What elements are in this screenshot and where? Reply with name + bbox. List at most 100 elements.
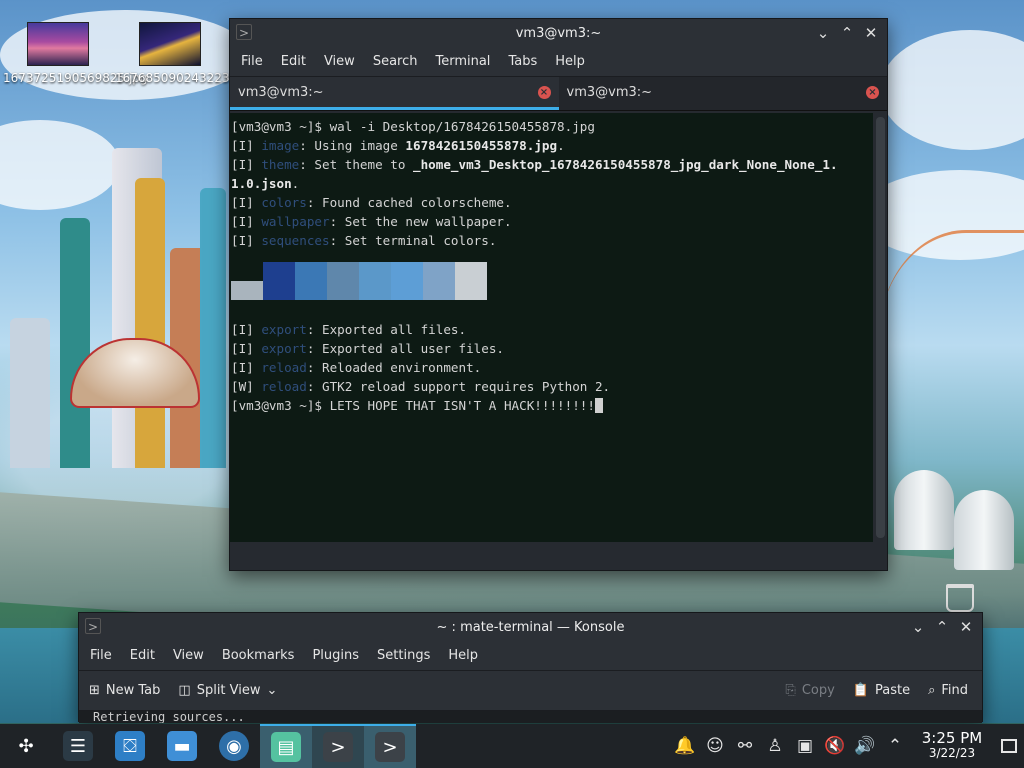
konsole-window[interactable]: > ~ : mate-terminal — Konsole ⌄ ⌃ ✕ File…	[78, 612, 983, 723]
terminal-line: [I] reload: Reloaded environment.	[231, 358, 872, 377]
titlebar[interactable]: > ~ : mate-terminal — Konsole ⌄ ⌃ ✕	[79, 613, 982, 641]
log-key: wallpaper	[261, 214, 330, 229]
menu-search[interactable]: Search	[364, 54, 427, 69]
minimize-icon[interactable]: ⌄	[811, 19, 835, 47]
settings-sliders-icon: ☰	[63, 731, 93, 761]
copy-icon: ⎘	[785, 683, 796, 698]
kde-launcher-icon: ✣	[18, 735, 34, 757]
palette-swatch	[391, 262, 423, 300]
titlebar[interactable]: > vm3@vm3:~ ⌄ ⌃ ✕	[230, 19, 887, 47]
terminal-line: [I] image: Using image 1678426150455878.…	[231, 136, 872, 155]
maximize-icon[interactable]: ⌃	[835, 19, 859, 47]
minimize-icon[interactable]: ⌄	[906, 613, 930, 641]
chevron-up-icon[interactable]: ⌃	[880, 736, 910, 756]
microphone-muted-icon[interactable]: 🔇	[820, 736, 850, 756]
taskbar-konsole[interactable]: >	[312, 724, 364, 768]
desktop-file-icon[interactable]: 1676850902432231.jpg	[115, 22, 260, 86]
menu-edit[interactable]: Edit	[272, 54, 315, 69]
notifications-icon[interactable]: 🔔	[670, 736, 700, 756]
taskbar-system-settings[interactable]: ☰	[52, 724, 104, 768]
terminal-icon: >	[323, 732, 353, 762]
log-message: : GTK2 reload support requires Python 2.	[306, 379, 611, 394]
terminal-tab-2[interactable]: vm3@vm3:~ ×	[559, 77, 888, 110]
window-bottom-edge	[230, 542, 887, 570]
log-message: : Found cached colorscheme.	[306, 195, 512, 210]
split-view-button[interactable]: ◫ Split View ⌄	[178, 683, 277, 698]
copy-button[interactable]: ⎘ Copy	[785, 683, 834, 698]
menu-view[interactable]: View	[164, 648, 213, 663]
log-level: [I]	[231, 360, 262, 375]
accounts-icon[interactable]: ♙	[760, 736, 790, 756]
show-desktop-button[interactable]	[994, 724, 1024, 768]
log-key: image	[261, 138, 300, 153]
menu-help[interactable]: Help	[546, 54, 594, 69]
window-title: ~ : mate-terminal — Konsole	[436, 619, 625, 635]
clock[interactable]: 3:25 PM 3/22/23	[910, 731, 994, 761]
log-level: [I]	[231, 341, 262, 356]
terminal-line: [vm3@vm3 ~]$ wal -i Desktop/167842615045…	[231, 117, 872, 136]
terminal-output[interactable]: [vm3@vm3 ~]$ wal -i Desktop/167842615045…	[230, 113, 873, 542]
toolbar: ⊞ New Tab ◫ Split View ⌄ ⎘ Copy 📋 Paste …	[79, 671, 982, 711]
log-value: 1678426150455878.jpg	[405, 138, 558, 153]
maximize-icon[interactable]: ⌃	[930, 613, 954, 641]
log-key: sequences	[261, 233, 330, 248]
log-level: [I]	[231, 195, 262, 210]
user-icon[interactable]: ☺	[700, 736, 730, 756]
menu-help[interactable]: Help	[439, 648, 487, 663]
menu-tabs[interactable]: Tabs	[499, 54, 546, 69]
menu-plugins[interactable]: Plugins	[303, 648, 368, 663]
menu-file[interactable]: File	[232, 54, 272, 69]
trash-icon[interactable]	[946, 584, 974, 612]
command-text: wal -i Desktop/1678426150455878.jpg	[329, 119, 595, 134]
new-tab-button[interactable]: ⊞ New Tab	[89, 683, 160, 698]
paste-icon: 📋	[852, 683, 869, 698]
close-icon[interactable]: ✕	[954, 613, 978, 641]
taskbar-discover[interactable]: ⛋	[104, 724, 156, 768]
taskbar-file-manager[interactable]: ▬	[156, 724, 208, 768]
log-level: [W]	[231, 379, 262, 394]
clipboard-icon[interactable]: ▣	[790, 736, 820, 756]
log-message: : Using image	[299, 138, 406, 153]
taskbar-image-viewer[interactable]: ▤	[260, 724, 312, 768]
terminal-line: [vm3@vm3 ~]$ LETS HOPE THAT ISN'T A HACK…	[231, 396, 872, 415]
clock-time: 3:25 PM	[921, 729, 983, 747]
log-message: .	[557, 138, 565, 153]
menu-settings[interactable]: Settings	[368, 648, 439, 663]
window-title: vm3@vm3:~	[515, 25, 602, 41]
menubar: File Edit View Search Terminal Tabs Help	[230, 47, 887, 77]
terminal-line: [I] export: Exported all files.	[231, 320, 872, 339]
menu-bookmarks[interactable]: Bookmarks	[213, 648, 304, 663]
menu-terminal[interactable]: Terminal	[426, 54, 499, 69]
desktop-file-icon[interactable]: 1673725190569825.jpg	[3, 22, 148, 86]
taskbar-browser[interactable]: ◉	[208, 724, 260, 768]
palette-swatch	[423, 262, 455, 300]
tab-close-icon[interactable]: ×	[537, 86, 551, 99]
desktop-file-label: 1673725190569825.jpg	[3, 71, 148, 85]
konsole-output[interactable]: Retrieving sources...	[79, 711, 982, 723]
kdeconnect-icon[interactable]: ⚯	[730, 736, 760, 756]
palette-swatch	[263, 262, 295, 300]
show-desktop-icon	[1001, 739, 1017, 753]
paste-button[interactable]: 📋 Paste	[853, 683, 910, 698]
terminal-icon: >	[375, 732, 405, 762]
terminal-tab-1[interactable]: vm3@vm3:~ ×	[230, 77, 559, 110]
application-launcher[interactable]: ✣	[0, 724, 52, 768]
log-key: export	[261, 322, 307, 337]
scrollbar[interactable]	[876, 117, 885, 538]
menu-view[interactable]: View	[315, 54, 364, 69]
chevron-down-icon: ⌄	[266, 683, 278, 698]
find-button[interactable]: ⌕ Find	[928, 683, 968, 698]
volume-icon[interactable]: 🔊	[850, 736, 880, 756]
taskbar-mate-terminal[interactable]: >	[364, 724, 416, 768]
log-message: : Set the new wallpaper.	[329, 214, 512, 229]
clock-date: 3/22/23	[928, 746, 976, 760]
globe-icon: ◉	[219, 731, 249, 761]
terminal-app-icon: >	[236, 24, 252, 40]
menu-file[interactable]: File	[81, 648, 121, 663]
menu-edit[interactable]: Edit	[121, 648, 164, 663]
menubar: File Edit View Bookmarks Plugins Setting…	[79, 641, 982, 671]
log-message: : Exported all user files.	[306, 341, 504, 356]
tab-close-icon[interactable]: ×	[866, 86, 879, 99]
mate-terminal-window[interactable]: > vm3@vm3:~ ⌄ ⌃ ✕ File Edit View Search …	[229, 18, 888, 571]
close-icon[interactable]: ✕	[859, 19, 883, 47]
